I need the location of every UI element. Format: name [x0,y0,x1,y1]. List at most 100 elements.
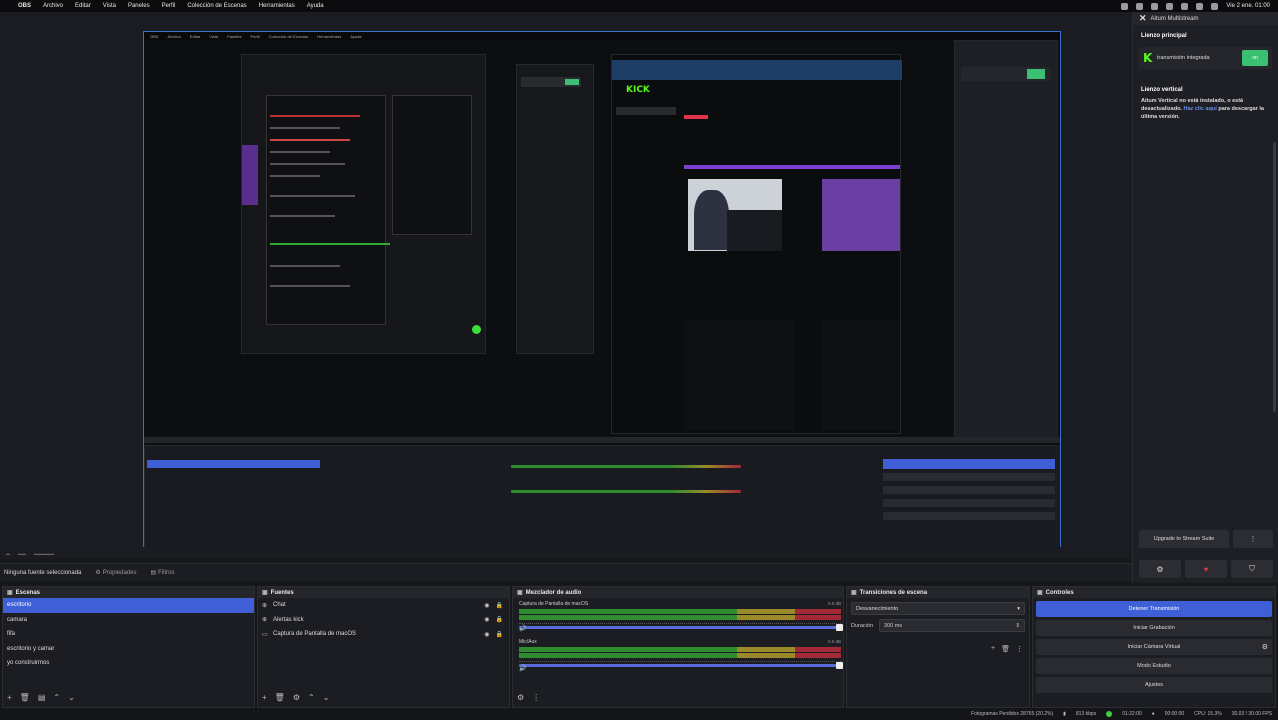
slider-knob[interactable] [836,624,843,631]
preview-canvas[interactable]: OBS Archivo Editar Vista Paneles Perfil Colecc… [143,31,1061,548]
menu-perfil[interactable]: Perfil [162,3,176,9]
audio-mixer-dock: ▣ Mezclador de audio Captura de Pantalla… [512,586,844,708]
chevron-up-icon[interactable]: ⌃ [53,693,60,702]
mixer-header: ▣ Mezclador de audio [513,587,843,598]
captured-docks [144,445,1060,547]
controls-icon: ▣ [1037,590,1043,596]
duration-input[interactable]: 300 ms ⇕ [879,619,1025,632]
stepper-icon[interactable]: ⇕ [1015,623,1020,629]
aitum-scrollbar[interactable] [1273,142,1276,412]
mixer-icon: ▣ [517,590,523,596]
aitum-dock-title: ✕ Aitum Multistream [1133,12,1278,25]
scene-item[interactable]: yo construirmos [3,656,254,671]
lock-icon[interactable]: 🔒 [496,602,503,609]
gear-icon[interactable]: ⚙ [1262,643,1268,651]
gear-icon: ⚙ [95,570,101,576]
virtual-camera-button[interactable]: Iniciar Cámara Virtual ⚙ [1036,639,1272,655]
wifi-icon[interactable] [1181,2,1189,10]
filters-button[interactable]: ▤ Filtros [150,569,174,577]
eye-icon[interactable]: ◉ [484,631,489,638]
chevron-up-icon[interactable]: ⌃ [308,693,315,702]
add-icon[interactable]: + [7,693,12,702]
menu-vista[interactable]: Vista [103,3,116,9]
volume-slider[interactable] [519,662,843,669]
heart-icon[interactable]: ♥ [1185,560,1227,578]
menu-coleccion-escenas[interactable]: Colección de Escenas [187,3,246,9]
scene-item[interactable]: camara [3,613,254,628]
fps: 30.03 / 30.00 FPS [1231,711,1272,717]
channel-db: 0.0 dB [827,601,841,606]
chevron-down-icon[interactable]: ⌄ [323,693,330,702]
stop-stream-button[interactable]: Detener Transmisión [1036,601,1272,617]
rec-time: 00:00:00 [1164,711,1185,717]
gear-icon[interactable]: ⚙ [293,693,300,702]
source-item[interactable]: ⊕ Chat ◉ 🔒 [258,598,509,613]
trash-icon[interactable]: 🗑 [1001,645,1010,653]
stream-label: transmisión integrada [1157,55,1210,61]
speaker-icon[interactable]: 🔊 [519,625,526,632]
source-item[interactable]: ▭ Captura de Pantalla de macOS ◉ 🔒 [258,627,509,642]
menu-archivo[interactable]: Archivo [43,3,63,9]
mixer-channel: Mic/Aux 0.0 dB [519,639,843,669]
trash-icon[interactable]: 🗑 [275,693,285,702]
menu-paneles[interactable]: Paneles [128,3,150,9]
gear-icon[interactable]: ⚙ [517,693,524,702]
main-canvas-heading: Lienzo principal [1141,33,1187,39]
stream-toggle-button[interactable]: on [1242,50,1268,66]
captured-obs-window [516,64,594,354]
meter-scale [519,620,841,624]
scene-item[interactable]: escritorio y camar [3,642,254,657]
tray-icon[interactable] [1166,2,1174,10]
aitum-logo-icon: ✕ [1139,13,1147,23]
network-icon: ▮ [1063,711,1066,717]
shield-icon[interactable]: ⛉ [1231,560,1273,578]
transition-actions: + 🗑 ⋮ [991,645,1023,653]
slider-knob[interactable] [836,662,843,669]
volume-slider[interactable] [519,624,843,631]
menu-herramientas[interactable]: Herramientas [259,3,295,9]
upgrade-row: Upgrade to Stream Suite ⋮ [1139,530,1273,548]
eye-icon[interactable]: ◉ [484,616,489,623]
channel-db: 0.0 dB [827,639,841,644]
scene-item[interactable]: escritorio [3,598,254,613]
add-icon[interactable]: + [262,693,267,702]
add-icon[interactable]: + [991,645,995,653]
more-icon[interactable]: ⋮ [1016,645,1023,653]
properties-button[interactable]: ⚙ Propiedades [95,569,136,577]
menu-editar[interactable]: Editar [75,3,91,9]
tray-icon[interactable] [1151,2,1159,10]
more-icon[interactable]: ⋮ [532,693,540,702]
transition-select[interactable]: Desvanecimiento ▾ [851,602,1025,615]
tray-icon[interactable] [1136,2,1144,10]
source-item[interactable]: ⊕ Alertas kick ◉ 🔒 [258,613,509,628]
source-toolbar: Ninguna fuente seleccionada ⚙ Propiedades… [0,563,1132,581]
captured-menubar: OBS Archivo Editar Vista Paneles Perfil Colecc… [144,32,1060,40]
filter-icon[interactable]: ▤ [38,693,46,702]
settings-button[interactable]: Ajustes [1036,677,1272,693]
scene-item[interactable]: fifa [3,627,254,642]
menu-app-name[interactable]: OBS [18,3,31,9]
search-icon[interactable] [1196,2,1204,10]
menu-ayuda[interactable]: Ayuda [307,3,324,9]
studio-mode-button[interactable]: Modo Estudio [1036,658,1272,674]
volume-meter [519,647,841,652]
trash-icon[interactable]: 🗑 [20,693,30,702]
tray-icon[interactable] [1121,2,1129,10]
lock-icon[interactable]: 🔒 [496,631,503,638]
start-recording-button[interactable]: Iniciar Grabación [1036,620,1272,636]
aitum-icon-row: ⚙ ♥ ⛉ [1139,560,1273,578]
eye-icon[interactable]: ◉ [484,602,489,609]
gear-icon[interactable]: ⚙ [1139,560,1181,578]
record-icon: ● [1151,711,1155,717]
preview-area: OBS Archivo Editar Vista Paneles Perfil Colecc… [0,12,1132,548]
strip-marker: ▬▬ [18,550,26,556]
control-center-icon[interactable] [1211,2,1219,10]
speaker-icon[interactable]: 🔊 [519,665,526,672]
upgrade-button[interactable]: Upgrade to Stream Suite [1139,530,1229,548]
chevron-down-icon[interactable]: ⌄ [68,693,75,702]
lock-icon[interactable]: 🔒 [496,616,503,623]
live-time: 01:22:00 [1122,711,1142,717]
more-options-button[interactable]: ⋮ [1233,530,1273,548]
menubar-clock[interactable]: Vie 2 ene. 01:00 [1226,3,1270,9]
download-link[interactable]: Haz clic aquí [1184,106,1217,112]
